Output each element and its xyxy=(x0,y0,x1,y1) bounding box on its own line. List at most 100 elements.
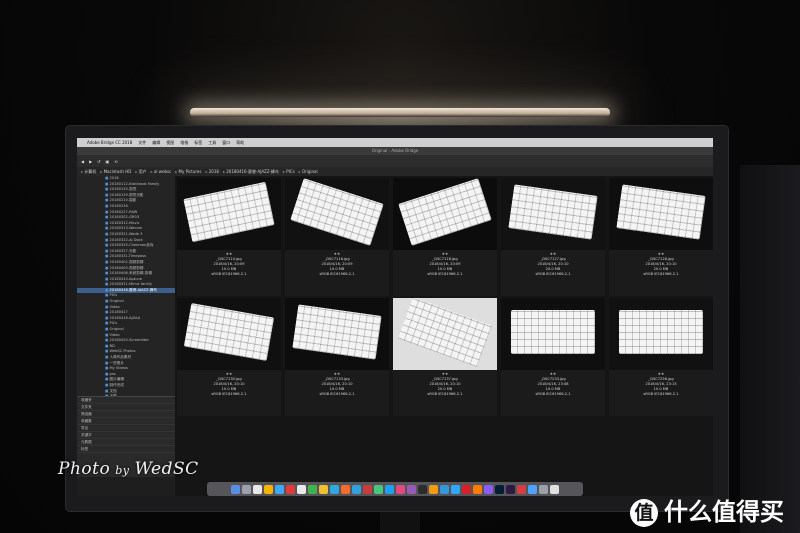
dock-app-icon[interactable] xyxy=(429,484,438,494)
forward-icon[interactable]: ▶ xyxy=(89,159,92,164)
filter-row[interactable]: 文件夹 xyxy=(77,404,175,411)
thumbnail-profile: sRGB IEC61966-2.1 xyxy=(643,392,679,396)
dock-app-icon[interactable] xyxy=(352,484,361,494)
dock-app-icon[interactable] xyxy=(242,484,251,494)
thumbnail-image xyxy=(501,298,605,370)
thumbnail-image xyxy=(609,298,713,370)
camera-icon[interactable]: ▣ xyxy=(106,159,110,164)
thumbnail-profile: sRGB IEC61966-2.1 xyxy=(319,272,355,276)
filter-row[interactable]: 收藏夹 xyxy=(77,397,175,404)
thumbnail[interactable]: ★★ _DSC7128.jpg 2018/4/16, 20:10 20.0 MB sRG… xyxy=(609,178,713,296)
key-rows xyxy=(398,178,492,246)
dock-app-icon[interactable] xyxy=(231,484,240,494)
thumbnail[interactable]: ★★ _DSC7118.jpg 2018/4/16, 20:09 10.0 MB sRG… xyxy=(393,178,497,296)
dock-app-icon[interactable] xyxy=(451,484,460,494)
dock-app-icon[interactable] xyxy=(517,484,526,494)
menu-window[interactable]: 窗口 xyxy=(222,140,230,146)
dock-app-icon[interactable] xyxy=(506,484,515,494)
menu-tools[interactable]: 工具 xyxy=(208,140,216,146)
filter-row[interactable]: 筛选器 xyxy=(77,411,175,418)
bridge-toolbar: ◀ ▶ ↺ ▣ ⟲ xyxy=(77,155,713,167)
menu-label[interactable]: 标签 xyxy=(194,140,202,146)
dock-app-icon[interactable] xyxy=(286,484,295,494)
background-speaker xyxy=(740,165,800,533)
dock-app-icon[interactable] xyxy=(264,484,273,494)
site-brand: 值什么值得买 xyxy=(630,492,784,527)
thumbnail-image xyxy=(177,298,281,370)
dock-app-icon[interactable] xyxy=(341,484,350,494)
filter-row[interactable]: 标签 xyxy=(77,446,175,453)
menu-stack[interactable]: 堆栈 xyxy=(180,140,188,146)
thumbnail[interactable]: ★★ _DSC7137.jpg 2018/4/16, 20:10 20.0 MB sRG… xyxy=(393,298,497,416)
thumbnail-profile: sRGB IEC61966-2.1 xyxy=(319,392,355,396)
thumbnail[interactable]: ★★ _DSC7133.jpg 2018/4/16, 20:10 10.0 MB sRG… xyxy=(285,298,389,416)
crumb-pics[interactable]: PICs xyxy=(283,169,294,174)
crumb-original[interactable]: Original xyxy=(299,169,318,174)
menu-help[interactable]: 帮助 xyxy=(236,140,244,146)
dock-app-icon[interactable] xyxy=(275,484,284,494)
rotate-icon[interactable]: ⟲ xyxy=(114,159,117,164)
thumbnail-profile: sRGB IEC61966-2.1 xyxy=(535,392,571,396)
dock-app-icon[interactable] xyxy=(308,484,317,494)
dock-app-icon[interactable] xyxy=(462,484,471,494)
monitor-screen: Adobe Bridge CC 2018 文件 编辑 视图 堆栈 标签 工具 窗… xyxy=(77,138,713,496)
watermark-name: WedSC xyxy=(134,459,199,479)
dock-app-icon[interactable] xyxy=(319,484,328,494)
thumbnail-meta: ★★ _DSC7133.jpg 2018/4/16, 20:10 10.0 MB sRG… xyxy=(285,370,389,418)
key-rows xyxy=(619,310,703,354)
crumb-year[interactable]: 2018 xyxy=(205,169,219,174)
keyboard-photo xyxy=(398,298,492,368)
monitor-stand xyxy=(380,511,420,533)
dock-app-icon[interactable] xyxy=(528,484,537,494)
mac-menubar: Adobe Bridge CC 2018 文件 编辑 视图 堆栈 标签 工具 窗… xyxy=(77,138,713,147)
thumbnail[interactable]: ★★ _DSC7116.jpg 2018/4/16, 20:09 10.0 MB sRG… xyxy=(285,178,389,296)
dock-app-icon[interactable] xyxy=(495,484,504,494)
dock-app-icon[interactable] xyxy=(539,484,548,494)
thumbnail[interactable]: ★★ _DSC7127.jpg 2018/4/16, 20:10 20.0 MB sRG… xyxy=(501,178,605,296)
dock-app-icon[interactable] xyxy=(407,484,416,494)
menu-app[interactable]: Adobe Bridge CC 2018 xyxy=(87,140,132,145)
boomerang-icon[interactable]: ↺ xyxy=(97,159,100,164)
dock-app-icon[interactable] xyxy=(374,484,383,494)
crumb-users[interactable]: 用户 xyxy=(135,169,147,175)
photographer-watermark: Photo by WedSC xyxy=(58,459,199,479)
dock-app-icon[interactable] xyxy=(418,484,427,494)
dock-app-icon[interactable] xyxy=(385,484,394,494)
dock-app-icon[interactable] xyxy=(440,484,449,494)
thumbnail[interactable]: ★★ _DSC7130.jpg 2018/4/16, 20:10 10.0 MB sRG… xyxy=(177,298,281,416)
dock-app-icon[interactable] xyxy=(396,484,405,494)
thumbnail-image xyxy=(285,178,389,250)
crumb-disk[interactable]: Macintosh HD xyxy=(100,169,132,174)
crumb-computer[interactable]: 计算机 xyxy=(81,169,96,175)
dock-app-icon[interactable] xyxy=(550,484,559,494)
keyboard-photo xyxy=(292,304,382,360)
menu-edit[interactable]: 编辑 xyxy=(152,140,160,146)
menu-view[interactable]: 视图 xyxy=(166,140,174,146)
crumb-pictures[interactable]: My Pictures xyxy=(175,169,202,174)
monitor-light-bar xyxy=(190,108,610,117)
thumbnail-profile: sRGB IEC61966-2.1 xyxy=(427,392,463,396)
dock-app-icon[interactable] xyxy=(363,484,372,494)
dock-app-icon[interactable] xyxy=(253,484,262,494)
key-rows xyxy=(183,303,275,361)
crumb-project[interactable]: 20180416-赛睿-AJAZZ-蜂鸟 xyxy=(223,169,279,175)
keyboard-photo xyxy=(398,178,492,246)
dock-app-icon[interactable] xyxy=(473,484,482,494)
dock-app-icon[interactable] xyxy=(484,484,493,494)
dock-app-icon[interactable] xyxy=(297,484,306,494)
dock-app-icon[interactable] xyxy=(330,484,339,494)
thumbnail[interactable]: ★★ _DSC7114.jpg 2018/4/16, 20:09 10.0 MB sRG… xyxy=(177,178,281,296)
crumb-home[interactable]: ai websc xyxy=(151,169,171,174)
filter-row[interactable]: 导出 xyxy=(77,425,175,432)
filter-row[interactable]: 关键字 xyxy=(77,432,175,439)
key-rows xyxy=(508,184,598,240)
filter-row[interactable]: 收藏集 xyxy=(77,418,175,425)
filter-row[interactable]: 元数据 xyxy=(77,439,175,446)
breadcrumb: 计算机 Macintosh HD 用户 ai websc My Pictures… xyxy=(77,167,713,176)
thumbnail[interactable]: ★★ _DSC7256.jpg 2018/4/16, 23:13 10.0 MB sRG… xyxy=(609,298,713,416)
thumbnail[interactable]: ★★ _DSC7233.jpg 2018/4/16, 23:48 10.0 MB sRG… xyxy=(501,298,605,416)
keyboard-photo xyxy=(619,310,703,354)
thumbnail-meta: ★★ _DSC7128.jpg 2018/4/16, 20:10 20.0 MB sRG… xyxy=(609,250,713,298)
menu-file[interactable]: 文件 xyxy=(138,140,146,146)
back-icon[interactable]: ◀ xyxy=(81,159,84,164)
